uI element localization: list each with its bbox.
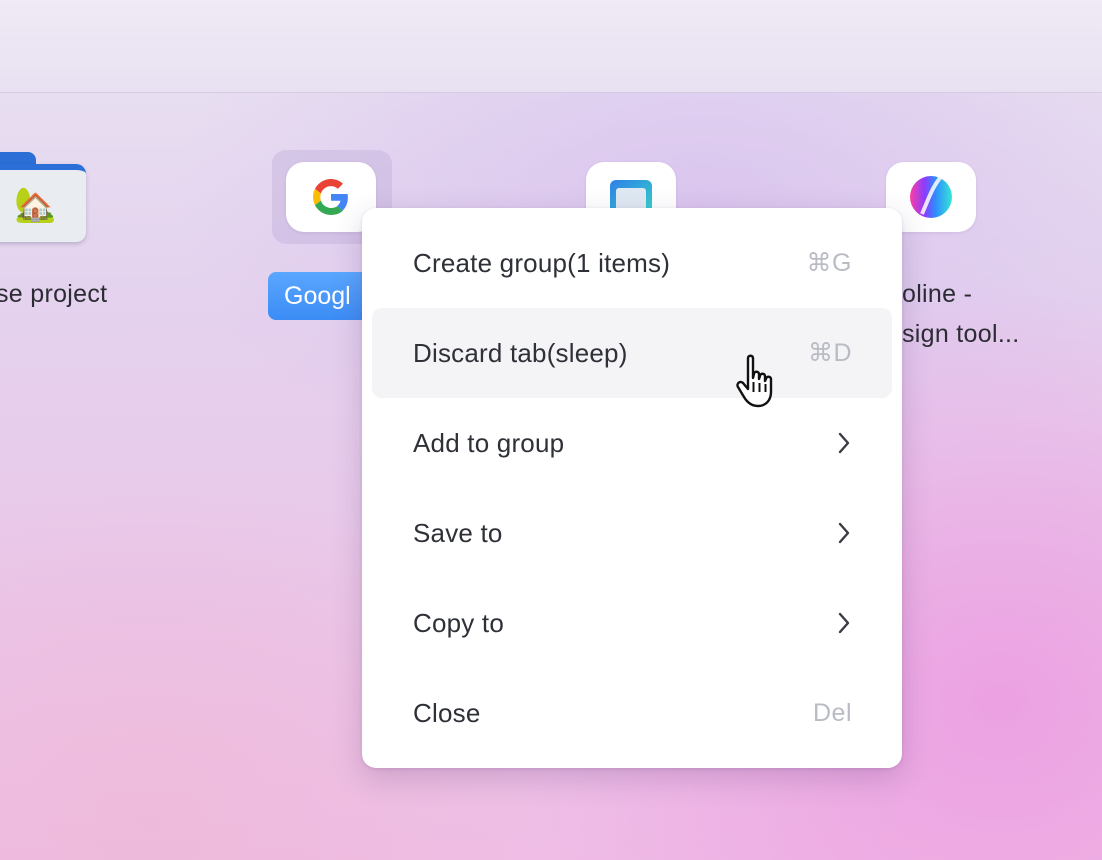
menu-item-label: Copy to bbox=[413, 607, 505, 638]
menu-item-label: Create group(1 items) bbox=[413, 247, 671, 278]
color-orb-icon bbox=[910, 176, 952, 218]
chevron-right-icon bbox=[838, 432, 850, 454]
hand-pointer-cursor-icon bbox=[736, 354, 773, 408]
menu-item-shortcut: ⌘D bbox=[807, 339, 852, 367]
tile-label-design-line1[interactable]: oline - bbox=[902, 280, 972, 309]
google-icon bbox=[313, 179, 348, 215]
chevron-right-icon bbox=[838, 522, 850, 544]
menu-item-shortcut: ⌘G bbox=[806, 249, 852, 277]
menu-item-create-group[interactable]: Create group(1 items) ⌘G bbox=[372, 218, 892, 308]
menu-item-shortcut: Del bbox=[812, 698, 852, 727]
chevron-right-icon bbox=[838, 612, 850, 634]
tile-label-project[interactable]: se project bbox=[0, 280, 107, 309]
menu-item-label: Add to group bbox=[413, 427, 565, 458]
menu-item-copy-to[interactable]: Copy to bbox=[372, 578, 892, 668]
tile-label-design-line2[interactable]: sign tool... bbox=[902, 320, 1020, 349]
menu-item-discard-tab[interactable]: Discard tab(sleep) ⌘D bbox=[372, 308, 892, 398]
context-menu: Create group(1 items) ⌘G Discard tab(sle… bbox=[362, 208, 902, 768]
menu-item-label: Close bbox=[413, 697, 481, 728]
menu-item-close[interactable]: Close Del bbox=[372, 668, 892, 758]
top-toolbar bbox=[0, 0, 1102, 93]
menu-item-label: Save to bbox=[413, 517, 503, 548]
folder-house-icon: 🏡 bbox=[14, 186, 57, 224]
menu-item-add-to-group[interactable]: Add to group bbox=[372, 398, 892, 488]
menu-item-save-to[interactable]: Save to bbox=[372, 488, 892, 578]
